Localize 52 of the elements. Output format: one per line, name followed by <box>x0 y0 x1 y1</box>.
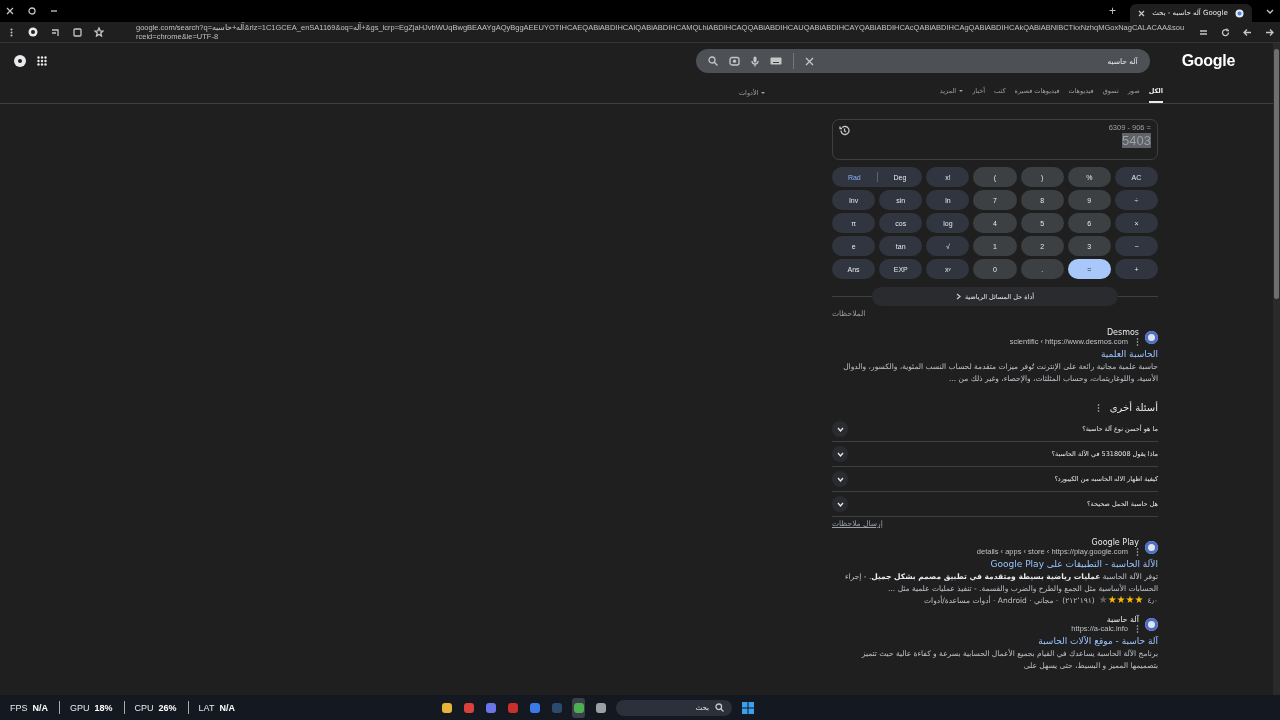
minimize-icon[interactable] <box>50 7 58 15</box>
chevron-down-icon <box>832 421 848 437</box>
favicon <box>1145 330 1158 344</box>
app-icon[interactable] <box>572 697 585 718</box>
tune-icon[interactable] <box>1198 27 1208 37</box>
keyboard-icon[interactable] <box>769 55 782 67</box>
chevron-down-icon <box>832 496 848 512</box>
close-icon[interactable] <box>1138 9 1145 17</box>
mic-icon[interactable] <box>750 55 759 67</box>
dropdown-caret-icon <box>761 92 766 94</box>
site-name[interactable]: آلة حاسبة <box>1071 615 1139 624</box>
more-icon[interactable] <box>1136 547 1139 556</box>
stat-value: 26% <box>158 702 177 713</box>
result-title[interactable]: الآلة الحاسبة - التطبيقات على Google Play <box>990 559 1158 569</box>
site-name[interactable]: Google Play <box>976 538 1139 547</box>
arrow-left-icon[interactable] <box>1242 27 1252 37</box>
chevron-down-icon <box>832 471 848 487</box>
result-text: 5403 <box>1122 133 1151 148</box>
history-icon[interactable] <box>839 125 850 136</box>
camera-icon[interactable] <box>728 55 740 67</box>
stat-label: FPS <box>10 702 28 713</box>
favicon <box>1145 617 1158 631</box>
chevron-right-icon <box>955 293 961 300</box>
close-icon[interactable] <box>6 7 14 15</box>
logo[interactable]: Google <box>1181 52 1235 70</box>
apps-grid-icon[interactable] <box>36 55 48 67</box>
stat-label: CPU <box>134 702 154 713</box>
arrow-right-icon[interactable] <box>1264 27 1274 37</box>
search-icon[interactable] <box>707 55 718 67</box>
more-icon[interactable] <box>1136 337 1139 346</box>
more-icon[interactable] <box>1136 624 1139 633</box>
result-title[interactable]: آلة حاسبة - موقع الآلات الحاسبة <box>1038 636 1158 646</box>
reload-icon[interactable] <box>1220 27 1230 37</box>
favicon <box>1145 540 1158 554</box>
stat-label: LAT <box>198 702 215 713</box>
site-name[interactable]: Desmos <box>1009 328 1139 337</box>
stat-value: 18% <box>94 702 113 713</box>
stat-label: GPU <box>70 702 90 713</box>
chevron-down-icon[interactable] <box>1266 7 1274 15</box>
new-tab-button[interactable]: + <box>1109 5 1116 17</box>
stat-value: N/A <box>32 702 48 713</box>
search-icon <box>715 703 724 712</box>
section-heading: أسئلة أخرى <box>1109 402 1158 413</box>
result-title[interactable]: الحاسبة العلمية <box>1100 349 1158 359</box>
scrollbar[interactable] <box>1273 43 1280 695</box>
screen-icon[interactable] <box>72 27 82 37</box>
scroll-thumb[interactable] <box>1274 49 1279 299</box>
more-icon[interactable] <box>1096 403 1100 412</box>
star-rating: ★ ★ ★ ★ ★ <box>1098 595 1144 605</box>
chevron-down-icon <box>832 446 848 462</box>
stat-value: N/A <box>219 702 235 713</box>
star-outline-icon[interactable] <box>94 27 104 37</box>
